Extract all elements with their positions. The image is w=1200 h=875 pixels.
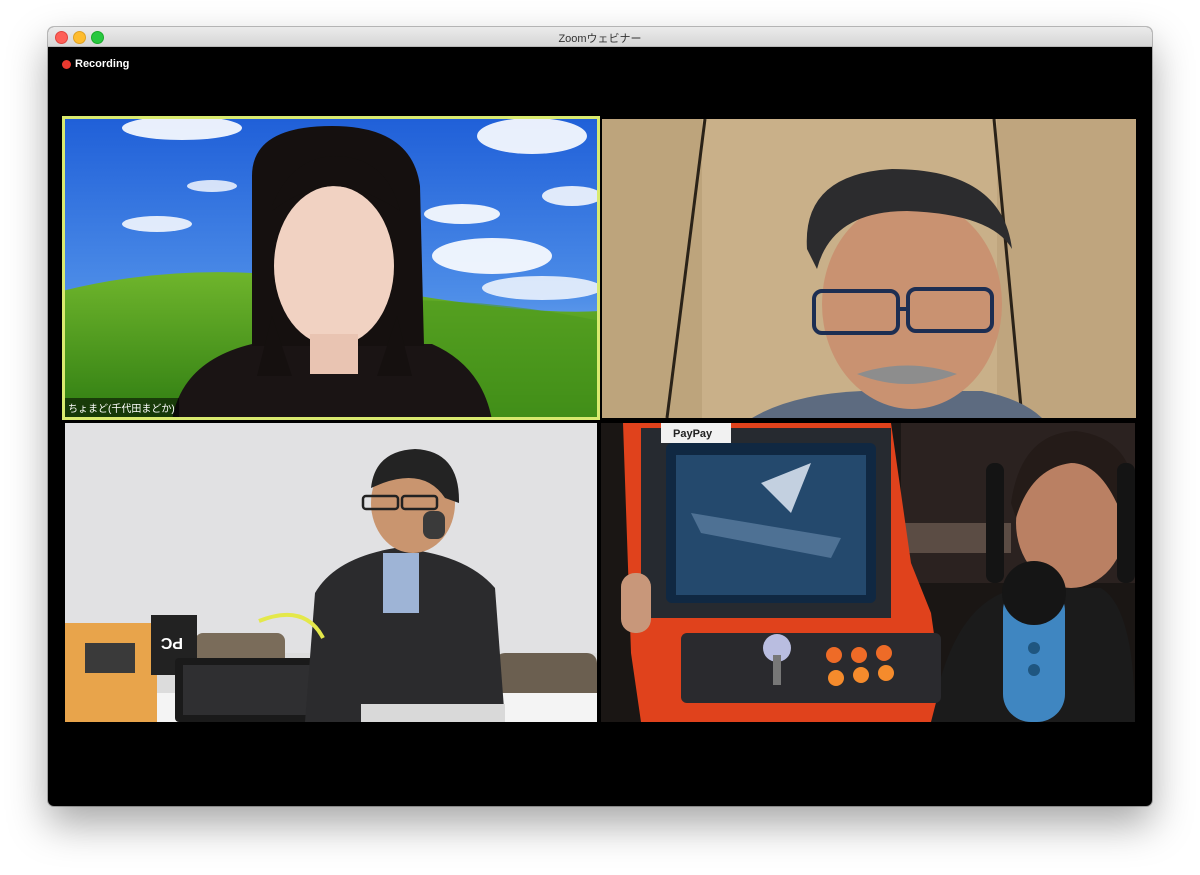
- title-bar: Zoomウェビナー: [48, 27, 1152, 47]
- video-tile-participant-3[interactable]: PC: [65, 423, 597, 722]
- recording-label: Recording: [75, 58, 130, 70]
- paypay-sign-text: PayPay: [673, 428, 713, 440]
- zoom-window: Zoomウェビナー Recording ちょまど(千代田まどか) PC PayP…: [48, 27, 1152, 806]
- recording-dot-icon: [62, 59, 71, 69]
- recording-indicator: Recording: [62, 58, 129, 70]
- window-title: Zoomウェビナー: [558, 33, 642, 45]
- participant-name-label: ちょまど(千代田まどか): [65, 398, 179, 417]
- video-feed-4: PayPay: [601, 423, 1135, 722]
- video-feed-1: [62, 116, 600, 420]
- box-label-text: PC: [160, 634, 183, 651]
- video-feed-3: PC: [65, 423, 597, 722]
- video-feed-2: [602, 119, 1136, 418]
- video-tile-active-speaker[interactable]: ちょまど(千代田まどか): [62, 116, 600, 420]
- video-tile-participant-4[interactable]: PayPay: [601, 423, 1135, 722]
- video-tile-participant-2[interactable]: [602, 119, 1136, 418]
